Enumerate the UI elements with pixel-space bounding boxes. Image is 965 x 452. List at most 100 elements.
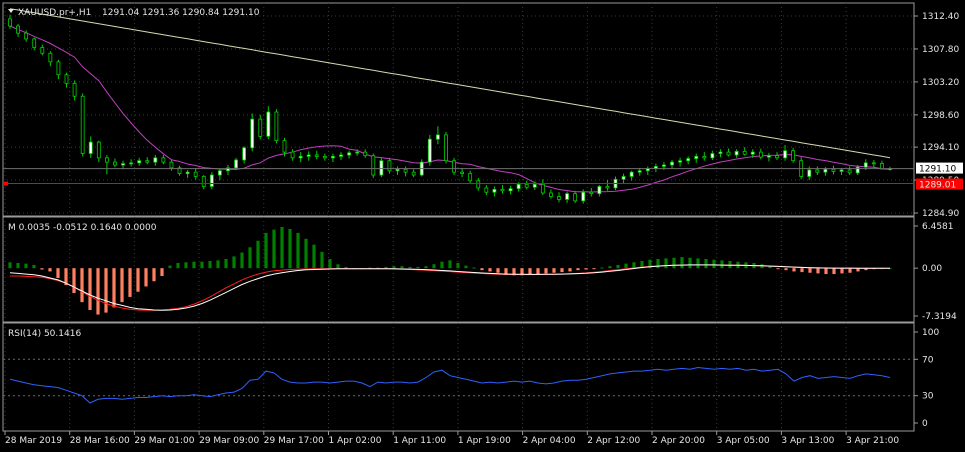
momentum-bar bbox=[248, 247, 252, 269]
momentum-bar bbox=[456, 262, 460, 269]
candle-body bbox=[476, 180, 481, 189]
candle-body bbox=[209, 174, 214, 187]
momentum-bar bbox=[264, 232, 268, 269]
candle-body bbox=[427, 138, 432, 163]
momentum-bar bbox=[776, 268, 780, 270]
candle-body bbox=[742, 150, 747, 155]
candle-body bbox=[322, 156, 327, 159]
candle[interactable] bbox=[452, 157, 456, 176]
candle-body bbox=[468, 173, 473, 182]
momentum-bar bbox=[464, 265, 468, 269]
candle[interactable] bbox=[209, 172, 214, 190]
candle-body bbox=[718, 151, 723, 154]
candle-body bbox=[387, 160, 392, 172]
candle-body bbox=[258, 118, 263, 137]
time-tick-label: 2 Apr 04:00 bbox=[523, 436, 576, 446]
momentum-bar bbox=[536, 268, 540, 275]
candle-body bbox=[161, 157, 166, 163]
chart-header: XAUUSD.pr+,H1 1291.04 1291.36 1290.84 12… bbox=[8, 8, 260, 18]
candle-body bbox=[64, 74, 69, 84]
candle-body bbox=[686, 158, 691, 162]
candle-body bbox=[492, 188, 497, 193]
candle-body bbox=[710, 153, 715, 159]
momentum-bar bbox=[136, 268, 140, 292]
candle[interactable] bbox=[274, 109, 279, 144]
candle-body bbox=[411, 171, 416, 176]
candle-body bbox=[72, 82, 77, 97]
candle-body bbox=[32, 38, 37, 48]
momentum-bar bbox=[448, 260, 452, 269]
momentum-bar bbox=[40, 268, 44, 270]
candle-body bbox=[40, 47, 45, 54]
momentum-bar bbox=[584, 268, 588, 270]
candle-body bbox=[96, 141, 101, 159]
momentum-bar bbox=[344, 266, 348, 269]
momentum-bar bbox=[208, 261, 212, 269]
candle-body bbox=[129, 162, 134, 165]
candle-body bbox=[702, 156, 707, 159]
time-tick-label: 2 Apr 12:00 bbox=[587, 436, 640, 446]
candle-body bbox=[282, 140, 287, 153]
momentum-bar bbox=[720, 260, 724, 269]
candle[interactable] bbox=[444, 132, 448, 164]
momentum-bar bbox=[416, 266, 420, 269]
rsi-tick-label: 100 bbox=[922, 328, 939, 338]
price-tick-label: 1284.90 bbox=[922, 209, 959, 219]
time-tick-label: 29 Mar 17:00 bbox=[264, 436, 324, 446]
momentum-bar bbox=[200, 261, 204, 269]
candle-body bbox=[16, 25, 20, 34]
candle-body bbox=[694, 156, 699, 159]
candle[interactable] bbox=[371, 153, 376, 178]
momentum-bar bbox=[552, 268, 556, 273]
momentum-bar bbox=[704, 259, 708, 269]
candle[interactable] bbox=[427, 134, 432, 166]
candle-body bbox=[766, 155, 771, 158]
trading-chart[interactable]: XAUUSD.pr+,H1 1291.04 1291.36 1290.84 12… bbox=[0, 0, 965, 452]
candle-body bbox=[775, 155, 779, 159]
candle-body bbox=[597, 186, 602, 195]
candle-body bbox=[758, 151, 763, 158]
momentum-bar bbox=[568, 268, 572, 272]
candle[interactable] bbox=[379, 157, 384, 178]
rsi-tick-label: 70 bbox=[922, 355, 934, 365]
candle-body bbox=[169, 161, 174, 169]
candle[interactable] bbox=[419, 159, 424, 177]
momentum-bar bbox=[24, 263, 28, 269]
candle-body bbox=[662, 164, 666, 167]
current-price-value: 1291.10 bbox=[919, 165, 956, 175]
candle[interactable] bbox=[80, 93, 85, 157]
candle[interactable] bbox=[250, 113, 255, 152]
momentum-bar bbox=[400, 266, 404, 269]
momentum-bar bbox=[240, 252, 244, 269]
momentum-bar bbox=[408, 266, 412, 269]
momentum-bar bbox=[696, 258, 700, 269]
momentum-bar bbox=[800, 268, 804, 273]
candle-body bbox=[839, 169, 844, 172]
price-tick-label: 1312.40 bbox=[922, 12, 959, 22]
candle-body bbox=[573, 193, 578, 202]
momentum-bar bbox=[496, 268, 500, 273]
candle-body bbox=[435, 134, 440, 140]
momentum-bar bbox=[160, 268, 164, 277]
momentum-bar bbox=[480, 268, 484, 271]
momentum-bar bbox=[472, 267, 476, 269]
momentum-bar bbox=[72, 268, 76, 294]
momentum-bar bbox=[232, 256, 236, 269]
momentum-bar bbox=[432, 264, 436, 269]
momentum-bar bbox=[128, 268, 132, 297]
time-tick-label: 29 Mar 01:00 bbox=[134, 436, 194, 446]
candle-body bbox=[484, 187, 489, 193]
candle-body bbox=[621, 176, 626, 180]
momentum-bar bbox=[600, 267, 604, 269]
momentum-bar bbox=[808, 268, 812, 273]
momentum-bar bbox=[608, 266, 612, 269]
momentum-bar bbox=[96, 268, 100, 315]
momentum-bar bbox=[816, 268, 820, 274]
candle-body bbox=[88, 141, 93, 154]
candle-body bbox=[452, 160, 456, 173]
time-tick-label: 1 Apr 11:00 bbox=[393, 436, 446, 446]
momentum-bar bbox=[32, 264, 36, 269]
momentum-bar bbox=[712, 259, 716, 269]
time-tick-label: 28 Mar 2019 bbox=[5, 436, 62, 446]
candle-body bbox=[734, 150, 739, 156]
